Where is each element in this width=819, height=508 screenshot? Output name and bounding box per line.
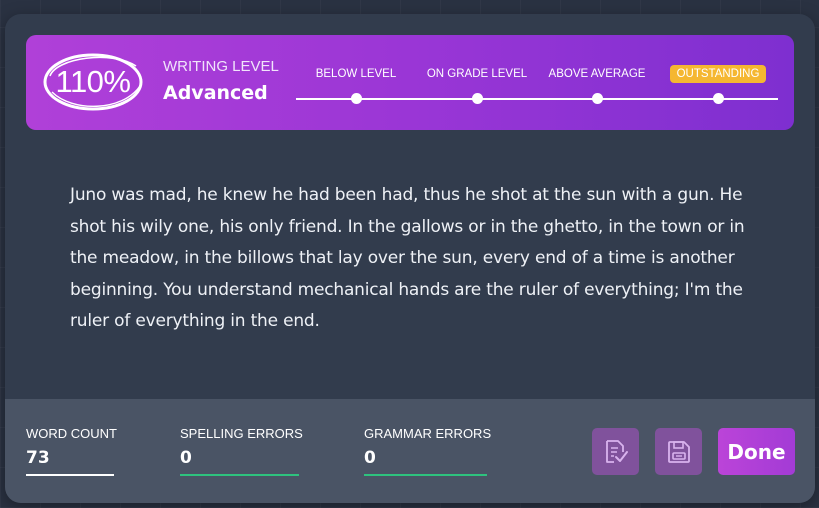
level-stop-label: BELOW LEVEL [315,68,397,80]
level-stop-label: ON GRADE LEVEL [426,68,528,80]
done-button[interactable]: Done [718,428,795,475]
level-stop-dot [350,93,362,104]
level-stop-dot [712,93,724,104]
level-stop-outstanding: OUTSTANDING [648,35,788,104]
word-count-label: WORD COUNT [26,426,117,441]
level-stop-dot [591,93,603,104]
spelling-errors-stat: SPELLING ERRORS 0 [180,426,303,476]
level-stop-label-active: OUTSTANDING [669,65,767,83]
score-value: 110% [55,64,132,99]
writing-level-caption: WRITING LEVEL [163,58,279,75]
review-button[interactable] [592,428,639,475]
word-count-underline [26,474,114,476]
score-badge: 110% [42,52,144,112]
word-count-value: 73 [26,448,50,468]
writing-level-name: Advanced [163,82,268,104]
grammar-errors-label: GRAMMAR ERRORS [364,426,492,441]
grammar-errors-stat: GRAMMAR ERRORS 0 [364,426,492,476]
writing-level-banner: 110% WRITING LEVEL Advanced BELOW LEVEL … [26,35,794,130]
spelling-errors-underline [180,474,299,476]
level-stop-dot [471,93,483,104]
document-check-icon [605,439,628,463]
level-stop-label: ABOVE AVERAGE [548,68,646,80]
save-disk-icon [667,440,690,463]
level-stop-above-average: ABOVE AVERAGE [527,35,667,104]
essay-text: Juno was mad, he knew he had been had, t… [70,185,745,331]
word-count-stat: WORD COUNT 73 [26,426,117,476]
level-stop-on-grade-level: ON GRADE LEVEL [407,35,547,104]
level-stop-below-level: BELOW LEVEL [286,35,426,104]
writing-result-card: 110% WRITING LEVEL Advanced BELOW LEVEL … [5,14,815,503]
spelling-errors-label: SPELLING ERRORS [180,426,303,441]
save-button[interactable] [655,428,702,475]
spelling-errors-value: 0 [180,448,192,468]
stats-footer: WORD COUNT 73 SPELLING ERRORS 0 GRAMMAR … [5,399,815,503]
grammar-errors-underline [364,474,487,476]
grammar-errors-value: 0 [364,448,376,468]
level-scale-track [296,98,778,100]
